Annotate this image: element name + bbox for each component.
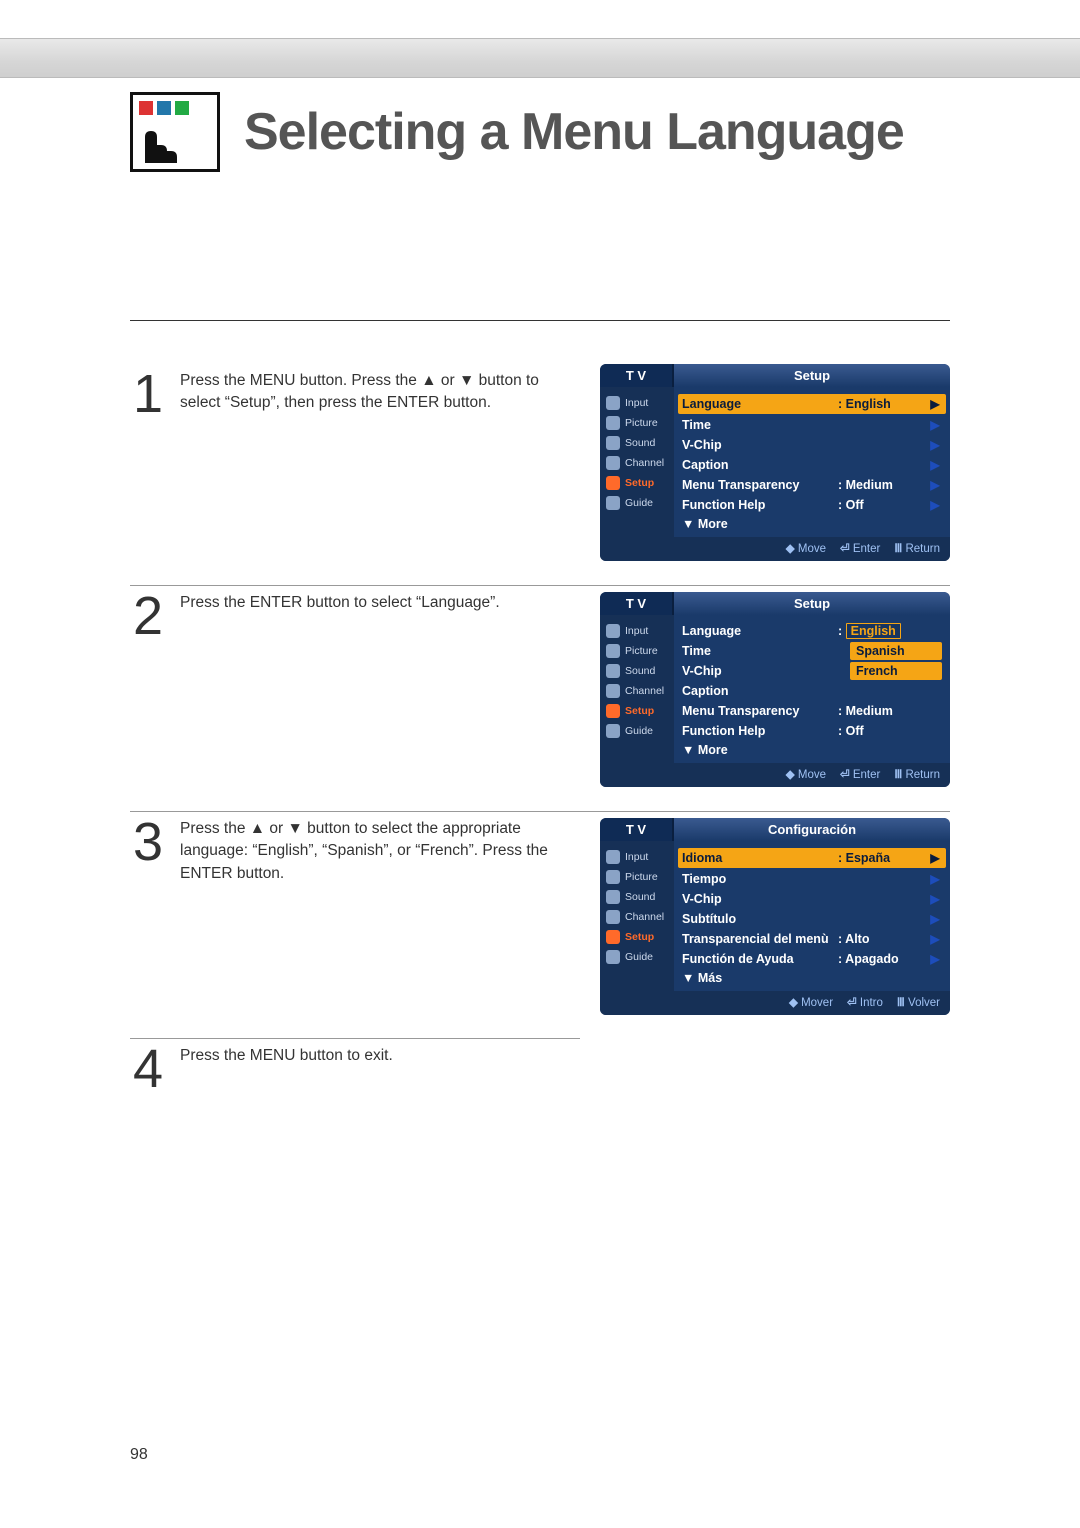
osd-title: Configuración [674, 818, 950, 841]
sidebar-item-input[interactable]: Input [625, 851, 648, 863]
menu-item-language[interactable]: Language : English ▶ [678, 394, 946, 414]
menu-item-time[interactable]: Time▶ [682, 415, 942, 435]
hint-enter: ⏎ Enter [840, 767, 880, 781]
sidebar-item-setup[interactable]: Setup [625, 931, 654, 943]
step-number: 1 [130, 370, 166, 419]
hint-move: ◆ Move [786, 767, 826, 781]
osd-sidebar: Input Picture Sound Channel Setup Guide [600, 841, 674, 991]
osd-title: Setup [674, 364, 950, 387]
menu-item-time[interactable]: Tiempo▶ [682, 869, 942, 889]
menu-item-caption[interactable]: Subtítulo▶ [682, 909, 942, 929]
sidebar-item-channel[interactable]: Channel [625, 457, 664, 469]
menu-item-language[interactable]: Language : English [682, 621, 942, 641]
chevron-right-icon: ▶ [928, 498, 942, 512]
osd-sidebar: Input Picture Sound Channel Setup Guide [600, 387, 674, 537]
manual-section-icon [130, 92, 220, 172]
sidebar-item-picture[interactable]: Picture [625, 871, 658, 883]
hint-enter: ⏎ Intro [847, 995, 883, 1009]
sidebar-item-channel[interactable]: Channel [625, 911, 664, 923]
sidebar-item-input[interactable]: Input [625, 625, 648, 637]
menu-more[interactable]: ▼ More [682, 741, 942, 761]
chevron-right-icon: ▶ [928, 952, 942, 966]
chevron-right-icon: ▶ [928, 458, 942, 472]
chevron-right-icon: ▶ [928, 418, 942, 432]
sidebar-item-input[interactable]: Input [625, 397, 648, 409]
chevron-right-icon: ▶ [928, 438, 942, 452]
osd-footer: ◆ Move ⏎ Enter Ⅲ Return [600, 763, 950, 787]
sidebar-item-channel[interactable]: Channel [625, 685, 664, 697]
language-value-highlight: English [846, 623, 901, 639]
osd-tv-label: T V [600, 364, 674, 387]
step-number: 3 [130, 818, 166, 867]
chevron-right-icon: ▶ [928, 851, 942, 865]
chevron-right-icon: ▶ [928, 872, 942, 886]
step-number: 4 [130, 1045, 166, 1094]
step-number: 2 [130, 592, 166, 641]
title-row: Selecting a Menu Language [130, 92, 904, 172]
page-number: 98 [130, 1446, 148, 1464]
chevron-right-icon: ▶ [928, 892, 942, 906]
osd-footer: ◆ Mover ⏎ Intro Ⅲ Volver [600, 991, 950, 1015]
menu-item-transparency[interactable]: Menu Transparency: Medium▶ [682, 475, 942, 495]
sidebar-item-guide[interactable]: Guide [625, 725, 653, 737]
divider [130, 320, 950, 321]
sidebar-item-guide[interactable]: Guide [625, 497, 653, 509]
hint-return: Ⅲ Return [894, 767, 940, 781]
sidebar-item-setup[interactable]: Setup [625, 705, 654, 717]
osd-title: Setup [674, 592, 950, 615]
hint-return: Ⅲ Volver [897, 995, 940, 1009]
osd-tv-label: T V [600, 818, 674, 841]
page-title: Selecting a Menu Language [244, 102, 904, 162]
menu-item-language[interactable]: Idioma : España ▶ [678, 848, 946, 868]
sidebar-item-picture[interactable]: Picture [625, 645, 658, 657]
menu-item-transparency[interactable]: Menu Transparency: Medium [682, 701, 942, 721]
osd-footer: ◆ Move ⏎ Enter Ⅲ Return [600, 537, 950, 561]
menu-item-vchip[interactable]: V-ChipFrench [682, 661, 942, 681]
chevron-right-icon: ▶ [928, 932, 942, 946]
header-band [0, 38, 1080, 78]
osd-sidebar: Input Picture Sound Channel Setup Guide [600, 615, 674, 763]
menu-more[interactable]: ▼ Más [682, 969, 942, 989]
sidebar-item-picture[interactable]: Picture [625, 417, 658, 429]
osd-tv-label: T V [600, 592, 674, 615]
sidebar-item-setup[interactable]: Setup [625, 477, 654, 489]
hand-pointer-icon [139, 123, 185, 163]
osd-panel-1: T V Setup Input Picture Sound Channel Se… [600, 364, 950, 561]
step-text: Press the MENU button to exit. [180, 1045, 393, 1067]
sidebar-item-sound[interactable]: Sound [625, 891, 655, 903]
sidebar-item-guide[interactable]: Guide [625, 951, 653, 963]
step-text: Press the ▲ or ▼ button to select the ap… [180, 818, 560, 885]
chevron-right-icon: ▶ [928, 912, 942, 926]
menu-more[interactable]: ▼ More [682, 515, 942, 535]
hint-move: ◆ Move [786, 541, 826, 555]
menu-item-vchip[interactable]: V-Chip▶ [682, 435, 942, 455]
hint-move: ◆ Mover [789, 995, 833, 1009]
step-text: Press the MENU button. Press the ▲ or ▼ … [180, 370, 560, 415]
menu-item-help[interactable]: Functión de Ayuda: Apagado▶ [682, 949, 942, 969]
menu-item-vchip[interactable]: V-Chip▶ [682, 889, 942, 909]
osd-panel-3: T V Configuración Input Picture Sound Ch… [600, 818, 950, 1015]
menu-item-help[interactable]: Function Help: Off▶ [682, 495, 942, 515]
menu-item-time[interactable]: TimeSpanish [682, 641, 942, 661]
osd-panel-2: T V Setup Input Picture Sound Channel Se… [600, 592, 950, 787]
sidebar-item-sound[interactable]: Sound [625, 665, 655, 677]
chevron-right-icon: ▶ [928, 397, 942, 411]
sidebar-item-sound[interactable]: Sound [625, 437, 655, 449]
menu-item-transparency[interactable]: Transparencial del menù: Alto▶ [682, 929, 942, 949]
option-french[interactable]: French [850, 662, 942, 680]
chevron-right-icon: ▶ [928, 478, 942, 492]
menu-item-help[interactable]: Function Help: Off [682, 721, 942, 741]
hint-return: Ⅲ Return [894, 541, 940, 555]
menu-item-caption[interactable]: Caption▶ [682, 455, 942, 475]
hint-enter: ⏎ Enter [840, 541, 880, 555]
menu-item-caption[interactable]: Caption [682, 681, 942, 701]
step-text: Press the ENTER button to select “Langua… [180, 592, 500, 614]
option-spanish[interactable]: Spanish [850, 642, 942, 660]
